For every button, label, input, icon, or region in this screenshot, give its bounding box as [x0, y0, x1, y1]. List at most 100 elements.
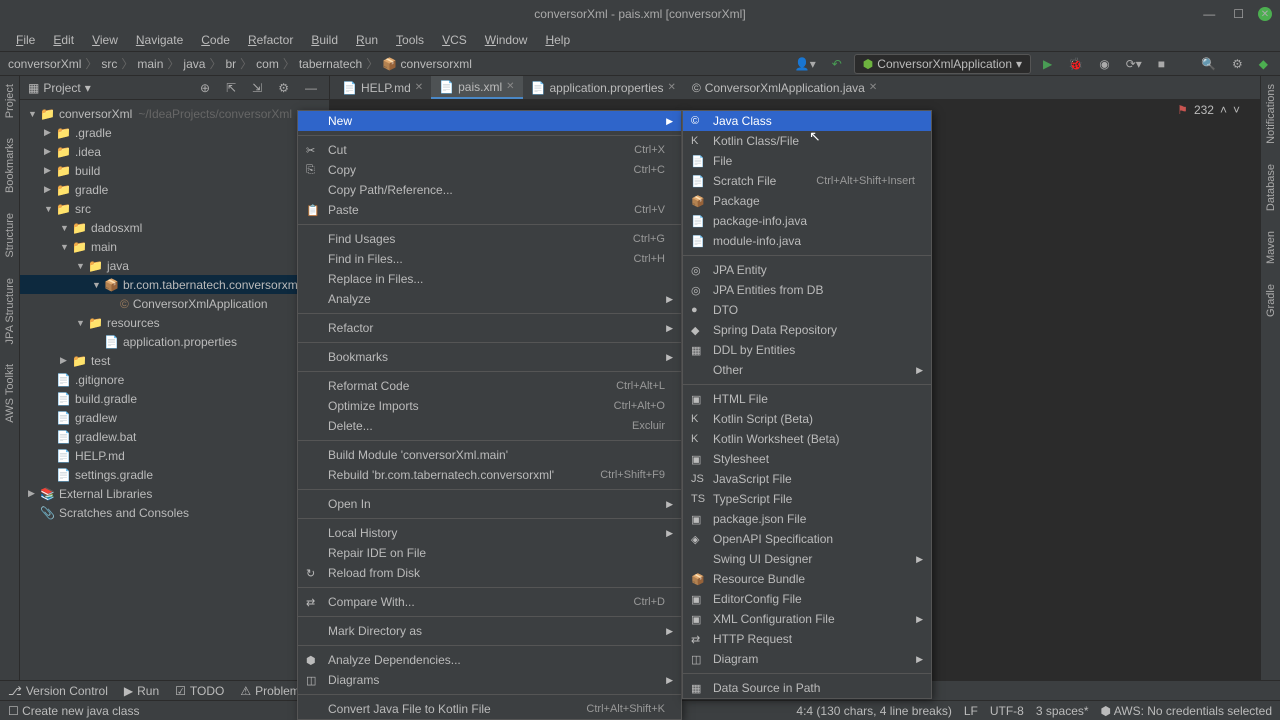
- gutter-jpa-structure[interactable]: JPA Structure: [4, 278, 16, 344]
- tree-item[interactable]: 📄.gitignore: [20, 370, 329, 389]
- menu-window[interactable]: Window: [477, 31, 536, 49]
- menu-item[interactable]: Copy Path/Reference...: [298, 180, 681, 200]
- menu-item[interactable]: ✂CutCtrl+X: [298, 140, 681, 160]
- tree-item[interactable]: ▶📁build: [20, 161, 329, 180]
- menu-item[interactable]: Other▶: [683, 360, 931, 380]
- menu-item[interactable]: ◎JPA Entities from DB: [683, 280, 931, 300]
- menu-item[interactable]: ◈OpenAPI Specification: [683, 529, 931, 549]
- menu-build[interactable]: Build: [303, 31, 346, 49]
- todo-tab[interactable]: ☑ TODO: [175, 684, 224, 698]
- menu-help[interactable]: Help: [537, 31, 578, 49]
- menu-item[interactable]: KKotlin Class/File: [683, 131, 931, 151]
- menu-item[interactable]: JSJavaScript File: [683, 469, 931, 489]
- plugin-icon[interactable]: ◆: [1255, 55, 1272, 73]
- minimize-button[interactable]: —: [1199, 5, 1219, 23]
- menu-item[interactable]: Optimize ImportsCtrl+Alt+O: [298, 396, 681, 416]
- tree-item[interactable]: ©ConversorXmlApplication: [20, 294, 329, 313]
- menu-item[interactable]: ⇄HTTP Request: [683, 629, 931, 649]
- expand-icon[interactable]: ⇱: [222, 79, 240, 97]
- editor-tab[interactable]: ©ConversorXmlApplication.java✕: [684, 76, 885, 99]
- tree-item[interactable]: ▶📁.idea: [20, 142, 329, 161]
- gutter-aws-toolkit[interactable]: AWS Toolkit: [4, 364, 16, 423]
- menu-edit[interactable]: Edit: [45, 31, 82, 49]
- breadcrumb-item[interactable]: 📦 conversorxml: [382, 57, 472, 71]
- tree-item[interactable]: ▶📚External Libraries: [20, 484, 329, 503]
- tree-item[interactable]: ▼📁dadosxml: [20, 218, 329, 237]
- menu-vcs[interactable]: VCS: [434, 31, 475, 49]
- menu-item[interactable]: New▶: [298, 111, 681, 131]
- menu-item[interactable]: Convert Java File to Kotlin FileCtrl+Alt…: [298, 699, 681, 719]
- gutter-gradle[interactable]: Gradle: [1265, 284, 1277, 317]
- menu-item[interactable]: ©Java Class: [683, 111, 931, 131]
- coverage-button[interactable]: ◉: [1095, 55, 1113, 73]
- menu-file[interactable]: File: [8, 31, 43, 49]
- menu-item[interactable]: Find UsagesCtrl+G: [298, 229, 681, 249]
- breadcrumb-item[interactable]: conversorXml: [8, 57, 81, 71]
- breadcrumb-item[interactable]: main: [137, 57, 163, 71]
- gutter-maven[interactable]: Maven: [1265, 231, 1277, 264]
- tree-item[interactable]: ▼📁main: [20, 237, 329, 256]
- gutter-database[interactable]: Database: [1265, 164, 1277, 211]
- nav-down-icon[interactable]: ˅: [1233, 103, 1240, 117]
- run-tab[interactable]: ▶ Run: [124, 684, 159, 698]
- breadcrumb-item[interactable]: java: [183, 57, 205, 71]
- hide-icon[interactable]: —: [301, 79, 321, 97]
- back-icon[interactable]: ↶: [828, 55, 846, 73]
- menu-item[interactable]: ↻Reload from Disk: [298, 563, 681, 583]
- breadcrumb-item[interactable]: br: [225, 57, 236, 71]
- menu-item[interactable]: ▣HTML File: [683, 389, 931, 409]
- menu-item[interactable]: KKotlin Worksheet (Beta): [683, 429, 931, 449]
- menu-item[interactable]: Delete...Excluir: [298, 416, 681, 436]
- menu-item[interactable]: 📄Scratch FileCtrl+Alt+Shift+Insert: [683, 171, 931, 191]
- menu-view[interactable]: View: [84, 31, 126, 49]
- menu-item[interactable]: ◎JPA Entity: [683, 260, 931, 280]
- menu-item[interactable]: ▦DDL by Entities: [683, 340, 931, 360]
- close-tab-icon[interactable]: ✕: [506, 81, 514, 92]
- tree-item[interactable]: ▶📁gradle: [20, 180, 329, 199]
- menu-item[interactable]: Build Module 'conversorXml.main': [298, 445, 681, 465]
- close-tab-icon[interactable]: ✕: [668, 82, 676, 93]
- menu-item[interactable]: ▣package.json File: [683, 509, 931, 529]
- close-tab-icon[interactable]: ✕: [869, 82, 877, 93]
- menu-item[interactable]: Rebuild 'br.com.tabernatech.conversorxml…: [298, 465, 681, 485]
- close-tab-icon[interactable]: ✕: [415, 82, 423, 93]
- tree-item[interactable]: 📎Scratches and Consoles: [20, 503, 329, 522]
- menu-item[interactable]: Mark Directory as▶: [298, 621, 681, 641]
- tree-item[interactable]: 📄gradlew: [20, 408, 329, 427]
- problems-tab[interactable]: ⚠ Problems: [240, 684, 305, 698]
- menu-item[interactable]: Replace in Files...: [298, 269, 681, 289]
- menu-item[interactable]: ◫Diagrams▶: [298, 670, 681, 690]
- menu-item[interactable]: Open In▶: [298, 494, 681, 514]
- menu-item[interactable]: 📄package-info.java: [683, 211, 931, 231]
- tree-item[interactable]: 📄application.properties: [20, 332, 329, 351]
- menu-code[interactable]: Code: [193, 31, 238, 49]
- version-control-tab[interactable]: ⎇ Version Control: [8, 684, 108, 698]
- settings-icon[interactable]: ⚙: [1228, 55, 1247, 73]
- chevron-down-icon[interactable]: ▾: [85, 81, 91, 95]
- menu-item[interactable]: ●DTO: [683, 300, 931, 320]
- run-config-selector[interactable]: ⬢ ConversorXmlApplication ▾: [854, 54, 1031, 74]
- tree-item[interactable]: ▶📁test: [20, 351, 329, 370]
- menu-item[interactable]: Refactor▶: [298, 318, 681, 338]
- tree-item[interactable]: 📄build.gradle: [20, 389, 329, 408]
- menu-item[interactable]: ▣EditorConfig File: [683, 589, 931, 609]
- gutter-notifications[interactable]: Notifications: [1265, 84, 1277, 144]
- editor-tab[interactable]: 📄HELP.md✕: [334, 76, 431, 99]
- debug-button[interactable]: 🐞: [1064, 55, 1087, 73]
- profile-button[interactable]: ⟳▾: [1122, 55, 1146, 73]
- menu-item[interactable]: Swing UI Designer▶: [683, 549, 931, 569]
- menu-tools[interactable]: Tools: [388, 31, 432, 49]
- menu-item[interactable]: 📄File: [683, 151, 931, 171]
- tree-item[interactable]: ▼📁java: [20, 256, 329, 275]
- menu-item[interactable]: ◫Diagram▶: [683, 649, 931, 669]
- stop-button[interactable]: ■: [1154, 55, 1169, 73]
- menu-item[interactable]: Repair IDE on File: [298, 543, 681, 563]
- menu-item[interactable]: Local History▶: [298, 523, 681, 543]
- tree-item[interactable]: 📄HELP.md: [20, 446, 329, 465]
- menu-item[interactable]: ▣Stylesheet: [683, 449, 931, 469]
- cursor-position[interactable]: 4:4 (130 chars, 4 line breaks): [796, 704, 951, 718]
- menu-item[interactable]: 📦Resource Bundle: [683, 569, 931, 589]
- menu-navigate[interactable]: Navigate: [128, 31, 191, 49]
- collapse-icon[interactable]: ⇲: [248, 79, 266, 97]
- gear-icon[interactable]: ⚙: [274, 79, 293, 97]
